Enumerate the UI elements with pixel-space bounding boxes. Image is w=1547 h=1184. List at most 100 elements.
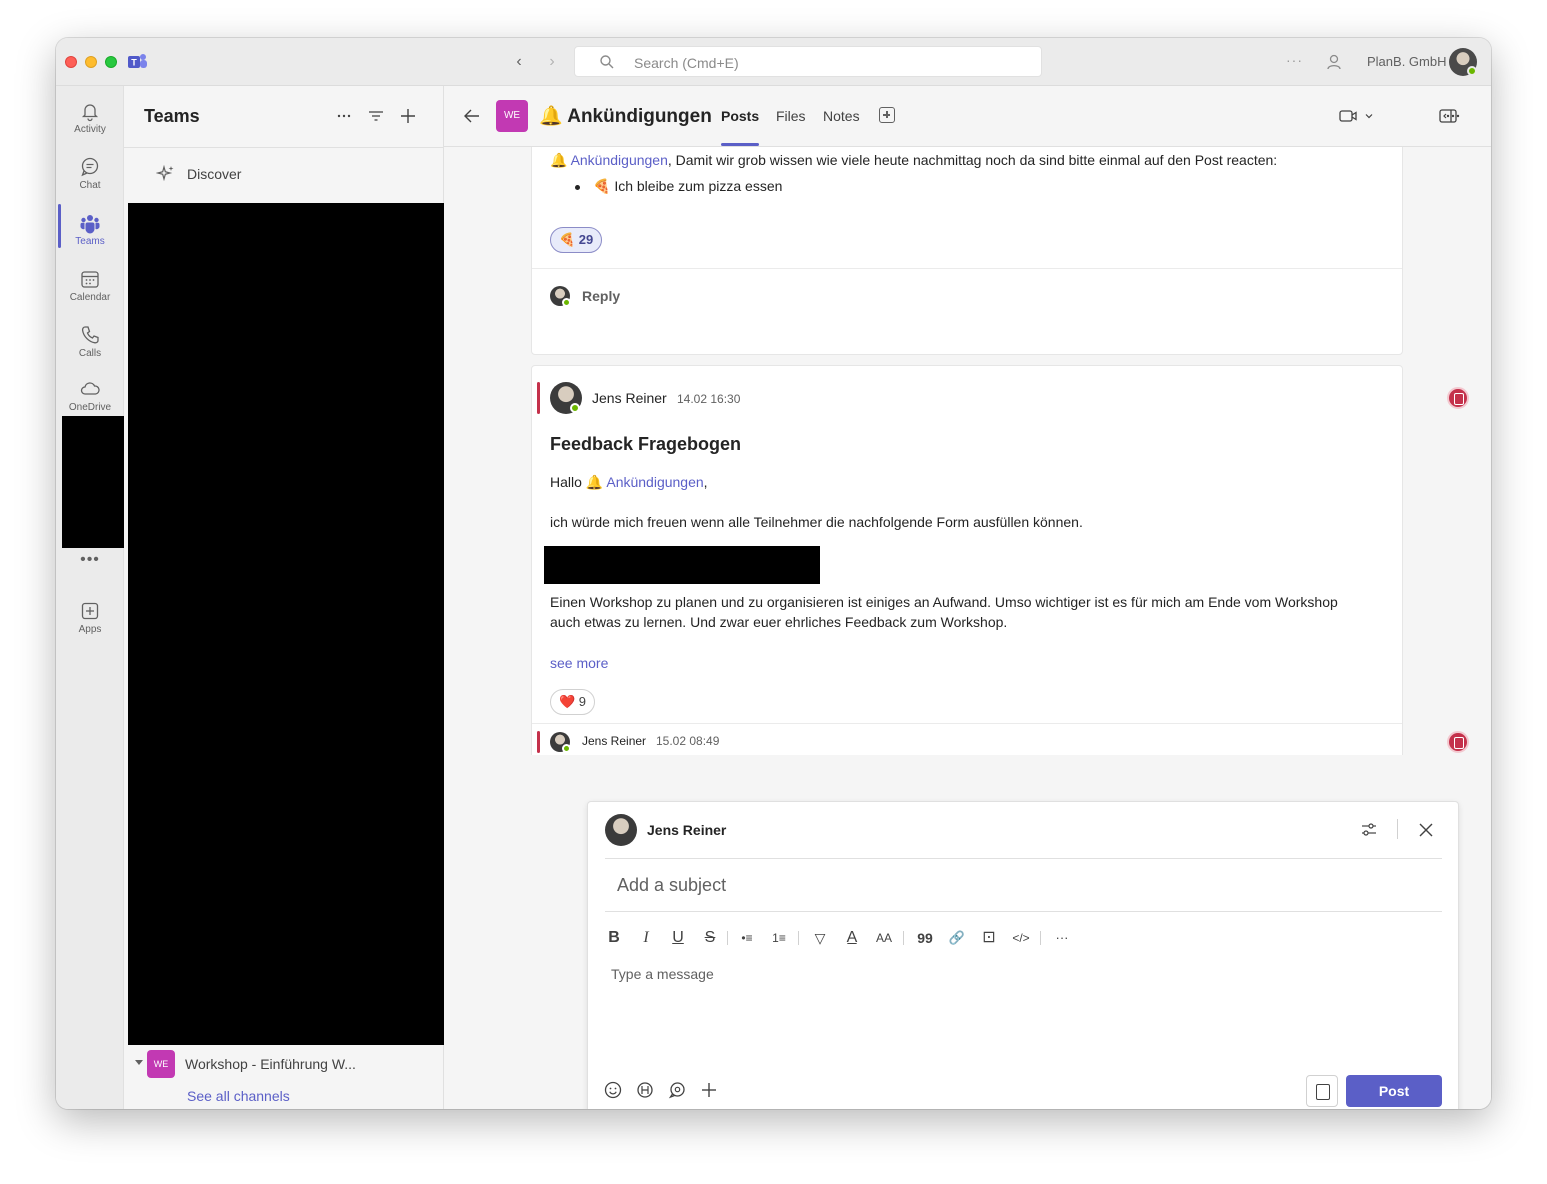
organization-name[interactable]: PlanB. GmbH xyxy=(1367,54,1446,69)
emoji-icon[interactable] xyxy=(603,1080,623,1100)
important-flag-icon xyxy=(1447,731,1469,753)
rail-item-chat[interactable]: Chat xyxy=(56,148,124,200)
rail-label: OneDrive xyxy=(68,402,112,413)
rail-label: Calls xyxy=(78,348,102,359)
tab-posts[interactable]: Posts xyxy=(721,108,759,124)
see-more-link[interactable]: see more xyxy=(550,655,608,671)
teams-panel: Teams Discover WE Workshop - Einführung … xyxy=(124,86,445,1109)
important-marker xyxy=(537,731,540,753)
separator xyxy=(903,931,904,945)
add-tab-icon[interactable] xyxy=(879,107,895,123)
see-all-channels-link[interactable]: See all channels xyxy=(187,1088,290,1104)
attach-plus-icon[interactable] xyxy=(699,1080,719,1100)
post-text: 🔔 Ankündigungen, Damit wir grob wissen w… xyxy=(550,152,1277,169)
chat-icon xyxy=(81,157,99,177)
posts-feed: 🔔 Ankündigungen, Damit wir grob wissen w… xyxy=(444,147,1491,755)
team-item[interactable]: WE Workshop - Einführung W... xyxy=(124,1048,443,1080)
underline-icon[interactable]: U xyxy=(666,926,690,950)
person-icon[interactable] xyxy=(1326,53,1344,71)
rail-label: Apps xyxy=(78,624,102,635)
add-icon[interactable] xyxy=(398,106,418,126)
bell-emoji: 🔔 xyxy=(550,152,568,168)
separator xyxy=(727,931,728,945)
filter-icon[interactable] xyxy=(366,106,386,126)
channel-info-icon[interactable] xyxy=(1438,106,1458,126)
tab-notes[interactable]: Notes xyxy=(823,108,860,124)
separator xyxy=(1040,931,1041,945)
search-input[interactable]: Search (Cmd+E) xyxy=(574,46,1042,77)
reaction-heart[interactable]: ❤️ 9 xyxy=(550,689,596,715)
teams-logo-icon: T xyxy=(128,54,147,68)
link-icon[interactable]: 🔗 xyxy=(945,926,969,950)
bullet xyxy=(575,185,580,190)
phone-icon xyxy=(81,326,99,344)
history-back-icon[interactable]: ‹ xyxy=(509,52,529,72)
code-snippet-icon[interactable]: ⊡ xyxy=(977,926,1001,950)
copilot-chat-icon[interactable] xyxy=(667,1080,687,1100)
subject-input[interactable]: Add a subject xyxy=(617,875,726,896)
more-apps-icon[interactable]: ••• xyxy=(56,551,124,569)
more-options-icon[interactable]: ··· xyxy=(1286,52,1303,68)
code-icon[interactable]: </> xyxy=(1009,926,1033,950)
post-button[interactable]: Post xyxy=(1346,1075,1442,1107)
post-author[interactable]: Jens Reiner xyxy=(592,390,667,406)
title-bar: T ‹ › Search (Cmd+E) ··· PlanB. GmbH xyxy=(56,38,1491,86)
reply-author[interactable]: Jens Reiner xyxy=(582,734,646,748)
reply-timestamp: 15.02 08:49 xyxy=(656,734,720,748)
greeting-suffix: , xyxy=(703,474,708,490)
numbered-list-icon[interactable]: 1≡ xyxy=(767,926,791,950)
sparkle-icon xyxy=(156,164,174,182)
back-arrow-icon[interactable] xyxy=(462,106,482,126)
rail-item-calendar[interactable]: Calendar xyxy=(56,260,124,312)
redacted-area xyxy=(128,203,445,1045)
options-sliders-icon[interactable] xyxy=(1359,820,1379,840)
schedule-button[interactable] xyxy=(1306,1075,1338,1107)
bold-icon[interactable]: B xyxy=(602,926,626,950)
more-options-icon[interactable] xyxy=(334,106,354,126)
presence-available-icon xyxy=(1467,66,1477,76)
rail-item-activity[interactable]: Activity xyxy=(56,92,124,144)
post-body: , Damit wir grob wissen wie viele heute … xyxy=(667,152,1278,168)
font-size-icon[interactable]: AA xyxy=(872,926,896,950)
separator xyxy=(798,931,799,945)
rail-label: Calendar xyxy=(69,292,111,303)
message-input[interactable]: Type a message xyxy=(611,966,714,982)
italic-icon[interactable]: I xyxy=(634,926,658,950)
channel-mention[interactable]: Ankündigungen xyxy=(606,474,703,490)
close-window-button[interactable] xyxy=(65,56,77,68)
post-timestamp: 14.02 16:30 xyxy=(677,392,741,406)
video-meet-icon[interactable] xyxy=(1338,106,1374,126)
quote-icon[interactable]: 99 xyxy=(913,926,937,950)
bulleted-list-icon[interactable]: •≡ xyxy=(735,926,759,950)
rail-item-apps[interactable]: Apps xyxy=(56,592,124,644)
redacted-area xyxy=(544,546,820,584)
teams-panel-header: Teams xyxy=(124,86,443,148)
rail-item-onedrive[interactable]: OneDrive xyxy=(56,370,124,422)
presence-available-icon xyxy=(562,744,571,753)
zoom-window-button[interactable] xyxy=(105,56,117,68)
divider xyxy=(532,268,1402,269)
more-format-options-icon[interactable]: ··· xyxy=(1050,926,1074,950)
team-avatar: WE xyxy=(147,1050,175,1078)
page-title: Teams xyxy=(144,106,200,126)
bullet-text: 🍕 Ich bleibe zum pizza essen xyxy=(593,178,783,194)
reply-button[interactable]: Reply xyxy=(582,288,620,304)
loop-component-icon[interactable] xyxy=(635,1080,655,1100)
history-forward-icon[interactable]: › xyxy=(542,52,562,72)
rail-item-teams[interactable]: Teams xyxy=(56,204,124,256)
rail-item-calls[interactable]: Calls xyxy=(56,316,124,368)
font-color-icon[interactable]: A̲ xyxy=(840,926,864,950)
post-subject: Feedback Fragebogen xyxy=(550,434,742,454)
channel-mention[interactable]: Ankündigungen xyxy=(571,152,668,168)
strikethrough-icon[interactable]: S xyxy=(698,926,722,950)
chevron-down-icon[interactable] xyxy=(135,1060,143,1065)
svg-text:T: T xyxy=(131,58,137,68)
search-icon xyxy=(600,55,614,69)
minimize-window-button[interactable] xyxy=(85,56,97,68)
divider xyxy=(532,723,1402,724)
tab-files[interactable]: Files xyxy=(776,108,806,124)
close-icon[interactable] xyxy=(1416,820,1436,840)
important-marker xyxy=(537,382,540,414)
highlight-icon[interactable]: ▽ xyxy=(808,926,832,950)
reaction-pizza[interactable]: 🍕 29 xyxy=(550,227,603,253)
